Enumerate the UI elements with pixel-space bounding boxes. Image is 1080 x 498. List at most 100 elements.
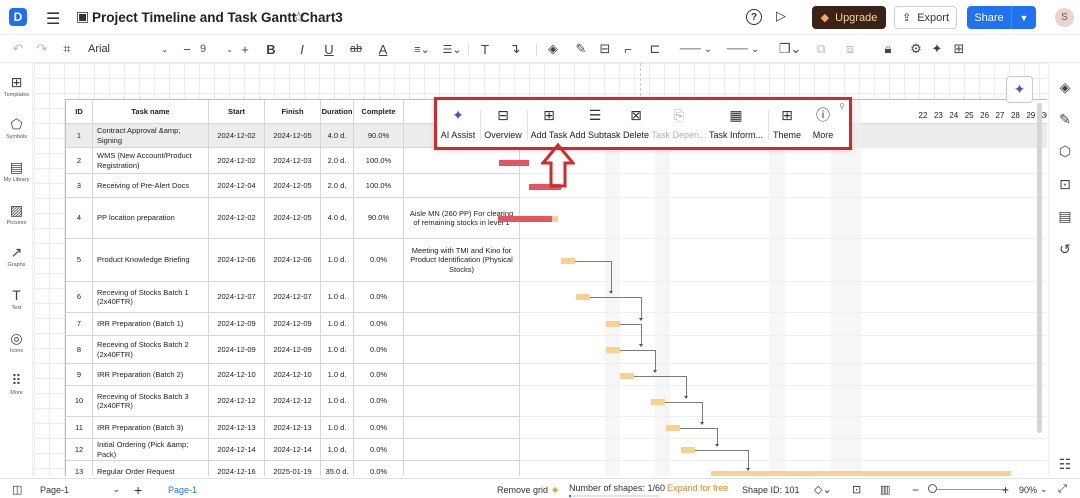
gantt-bar[interactable] (561, 258, 575, 264)
table-cell-complete[interactable]: 0.0% (354, 439, 404, 461)
hamburger-menu-icon[interactable]: ☰ (46, 9, 60, 29)
undo-icon[interactable]: ↶ (11, 40, 25, 58)
table-cell-start[interactable]: 2024-12-02 (209, 198, 265, 239)
gantt-bar[interactable] (498, 216, 552, 222)
table-cell-complete[interactable]: 0.0% (354, 364, 404, 386)
gantt-bar[interactable] (606, 321, 620, 327)
expand-link[interactable]: Expand for free (667, 481, 729, 494)
gantt-bar[interactable] (651, 399, 665, 405)
zoom-level[interactable]: 90% ⌄ (1019, 483, 1048, 496)
strikethrough-icon[interactable]: ab (348, 40, 364, 58)
table-cell-start[interactable]: 2024-12-07 (209, 282, 265, 313)
table-cell-finish[interactable]: 2024-12-05 (265, 174, 321, 198)
table-cell-finish[interactable]: 2024-12-09 (265, 336, 321, 364)
table-cell-start[interactable]: 2024-12-10 (209, 364, 265, 386)
gantt-bar[interactable] (552, 216, 558, 222)
line-weight-select[interactable]: ─── ⌄ (725, 40, 761, 58)
table-cell-finish[interactable]: 2024-12-03 (265, 148, 321, 174)
more-options-button[interactable]: ⓘ More (809, 105, 837, 145)
table-cell-start[interactable]: 2024-12-04 (209, 174, 265, 198)
style-icon[interactable]: ⬡ (1057, 143, 1073, 159)
table-cell-name[interactable]: Contract Approval &amp; Signing (93, 124, 209, 148)
font-family-select[interactable]: Arial ⌄ (88, 40, 168, 58)
table-cell-start[interactable]: 2024-12-12 (209, 386, 265, 417)
table-cell-finish[interactable]: 2024-12-06 (265, 239, 321, 282)
delete-button[interactable]: ⊠ Delete (622, 105, 650, 145)
sidebar-item-graphs[interactable]: ↗ Graphs (0, 244, 33, 268)
gantt-bar[interactable] (576, 294, 590, 300)
table-cell-id[interactable]: 8 (66, 336, 93, 364)
table-cell-complete[interactable]: 0.0% (354, 313, 404, 336)
table-cell-name[interactable]: IRR Preparation (Batch 3) (93, 417, 209, 439)
page-select[interactable]: Page-1 ⌄ (40, 483, 120, 496)
add-task-button[interactable]: ⊞ Add Task (530, 105, 568, 145)
avatar[interactable]: S (1055, 8, 1074, 27)
table-cell-start[interactable]: 2024-12-16 (209, 461, 265, 476)
ai-assist-button[interactable]: ✦ AI Assist (440, 105, 476, 145)
table-cell-duration[interactable]: 35.0 d. (321, 461, 354, 476)
table-cell-duration[interactable]: 1.0 d. (321, 439, 354, 461)
line-spacing-icon[interactable]: ☰⌄ (442, 40, 462, 58)
table-cell-duration[interactable]: 4.0 d. (321, 198, 354, 239)
gantt-bar[interactable] (666, 425, 680, 431)
table-cell-name[interactable]: Receving of Stocks Batch 2 (2x40FTR) (93, 336, 209, 364)
table-cell-complete[interactable]: 90.0% (354, 124, 404, 148)
table-cell-complete[interactable]: 0.0% (354, 386, 404, 417)
sidebar-item-more[interactable]: ⠿ More (0, 372, 33, 396)
table-cell-start[interactable]: 2024-12-02 (209, 124, 265, 148)
page-icon[interactable]: ▤ (1057, 208, 1073, 224)
table-cell-note[interactable] (404, 313, 520, 336)
table-cell-name[interactable]: Product Knowledge Briefing (93, 239, 209, 282)
add-page-icon[interactable]: + (134, 482, 142, 498)
table-cell-id[interactable]: 1 (66, 124, 93, 148)
ruler-icon[interactable]: ⊞ (952, 40, 966, 58)
table-cell-note[interactable] (404, 174, 520, 198)
table-cell-id[interactable]: 12 (66, 439, 93, 461)
zoom-out-icon[interactable]: − (912, 483, 919, 497)
table-cell-duration[interactable]: 1.0 d. (321, 417, 354, 439)
sidebar-item-text[interactable]: T Text (0, 287, 33, 311)
table-cell-name[interactable]: PP location preparation (93, 198, 209, 239)
table-cell-duration[interactable]: 1.0 d. (321, 313, 354, 336)
share-button[interactable]: Share ▼ (967, 6, 1036, 29)
table-cell-start[interactable]: 2024-12-13 (209, 417, 265, 439)
overview-button[interactable]: ⊟ Overview (483, 105, 523, 145)
presentation-icon[interactable]: ⊡ (1057, 176, 1073, 192)
table-cell-duration[interactable]: 2.0 d. (321, 148, 354, 174)
gantt-bar[interactable] (681, 447, 695, 453)
book-icon[interactable]: ▥ (880, 483, 890, 496)
table-cell-id[interactable]: 3 (66, 174, 93, 198)
table-cell-finish[interactable]: 2024-12-05 (265, 198, 321, 239)
table-cell-id[interactable]: 4 (66, 198, 93, 239)
table-cell-id[interactable]: 11 (66, 417, 93, 439)
brush-icon[interactable]: ✎ (1057, 111, 1073, 127)
table-cell-complete[interactable]: 0.0% (354, 417, 404, 439)
table-cell-id[interactable]: 7 (66, 313, 93, 336)
table-cell-finish[interactable]: 2024-12-09 (265, 313, 321, 336)
table-cell-id[interactable]: 6 (66, 282, 93, 313)
table-cell-note[interactable] (404, 461, 520, 476)
share-dropdown-chevron-icon[interactable]: ▼ (1012, 13, 1036, 23)
table-cell-note[interactable] (404, 364, 520, 386)
add-subtask-button[interactable]: ☰ Add Subtask (569, 105, 620, 145)
lock-icon[interactable]: 🔒︎ (878, 40, 898, 58)
table-cell-finish[interactable]: 2024-12-12 (265, 386, 321, 417)
table-cell-complete[interactable]: 100.0% (354, 174, 404, 198)
table-cell-note[interactable] (404, 439, 520, 461)
table-cell-duration[interactable]: 1.0 d. (321, 282, 354, 313)
table-cell-note[interactable] (404, 417, 520, 439)
table-cell-finish[interactable]: 2024-12-05 (265, 124, 321, 148)
fullscreen-icon[interactable]: ⤢ (1058, 483, 1067, 496)
page-panel-icon[interactable]: ◫ (12, 483, 22, 496)
table-cell-duration[interactable]: 1.0 d. (321, 386, 354, 417)
table-cell-duration[interactable]: 1.0 d. (321, 239, 354, 282)
list-settings-icon[interactable]: ☷ (1057, 456, 1073, 472)
font-size-select[interactable]: 9 ⌄ (200, 40, 233, 58)
layers-icon[interactable]: ◇⌄ (814, 483, 832, 496)
waypoint-icon[interactable]: ⌐ (621, 40, 635, 58)
table-cell-complete[interactable]: 90.0% (354, 198, 404, 239)
underline-icon[interactable]: U (322, 40, 336, 58)
sidebar-item-library[interactable]: ▤ My Library (0, 159, 33, 183)
table-cell-complete[interactable]: 0.0% (354, 282, 404, 313)
gantt-bar[interactable] (620, 373, 634, 379)
